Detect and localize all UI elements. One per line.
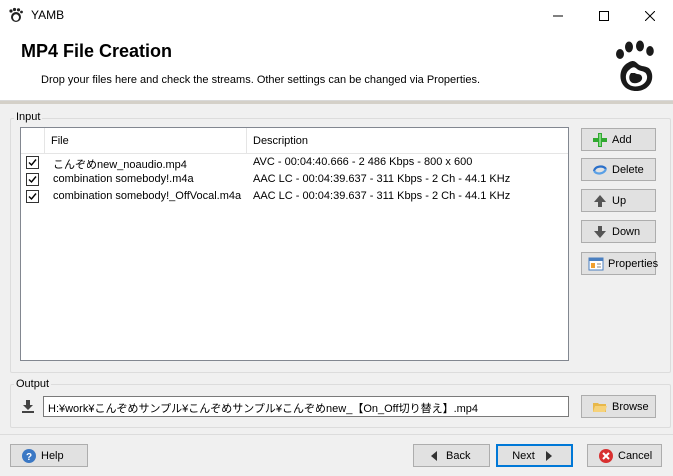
stream-description: AAC LC - 00:04:39.637 - 311 Kbps - 2 Ch … — [253, 190, 511, 202]
minimize-button[interactable] — [535, 0, 581, 31]
minimize-icon — [553, 15, 563, 16]
stream-checkbox[interactable] — [26, 156, 39, 169]
file-name: combination somebody!.m4a — [53, 173, 194, 185]
triangle-left-icon — [426, 448, 442, 464]
column-check[interactable] — [21, 128, 45, 154]
checkmark-icon — [28, 193, 37, 201]
help-button-label: Help — [41, 449, 64, 462]
arrow-down-icon — [592, 224, 608, 240]
checkmark-icon — [28, 159, 37, 167]
delete-button[interactable]: Delete — [581, 158, 656, 181]
footer-divider — [0, 434, 673, 435]
down-button-label: Down — [612, 225, 641, 238]
svg-text:?: ? — [26, 452, 32, 463]
help-button[interactable]: ? Help — [10, 444, 88, 467]
column-file[interactable]: File — [45, 128, 247, 154]
stream-checkbox[interactable] — [26, 190, 39, 203]
list-item[interactable]: combination somebody!_OffVocal.m4a AAC L… — [21, 188, 568, 205]
triangle-right-icon — [541, 448, 557, 464]
header-divider — [0, 101, 673, 104]
add-button[interactable]: Add — [581, 128, 656, 151]
browse-button[interactable]: Browse — [581, 395, 656, 418]
close-button[interactable] — [627, 0, 673, 31]
file-name: こんぞめnew_noaudio.mp4 — [53, 159, 187, 171]
properties-icon — [588, 256, 604, 272]
wizard-header: MP4 File Creation Drop your files here a… — [0, 31, 673, 101]
output-path-input[interactable]: H:¥work¥こんぞめサンプル¥こんぞめサンプル¥こんぞめnew_【On_Of… — [43, 396, 569, 417]
title-bar: YAMB — [0, 0, 673, 31]
list-header: File Description — [21, 128, 568, 154]
download-arrow-icon — [20, 398, 36, 414]
up-button-label: Up — [612, 194, 627, 207]
properties-button[interactable]: Properties — [581, 252, 659, 275]
column-description[interactable]: Description — [247, 128, 568, 154]
back-button-label: Back — [446, 449, 471, 462]
file-name: combination somebody!_OffVocal.m4a — [53, 190, 242, 202]
down-button[interactable]: Down — [581, 220, 656, 243]
properties-button-label: Properties — [608, 257, 659, 270]
stream-description: AAC LC - 00:04:39.637 - 311 Kbps - 2 Ch … — [253, 173, 511, 185]
add-plus-icon — [592, 132, 608, 148]
input-group-label: Input — [14, 111, 43, 123]
output-group-label: Output — [14, 378, 52, 390]
folder-open-icon — [592, 399, 608, 415]
checkmark-icon — [28, 176, 37, 184]
delete-swirl-icon — [592, 162, 608, 178]
window-title: YAMB — [31, 8, 65, 22]
help-question-icon: ? — [21, 448, 37, 464]
yamb-app-icon — [8, 7, 24, 23]
delete-button-label: Delete — [612, 163, 644, 176]
stream-description: AVC - 00:04:40.666 - 2 486 Kbps - 800 x … — [253, 156, 473, 168]
page-subtitle: Drop your files here and check the strea… — [41, 74, 481, 86]
streams-list[interactable]: File Description こんぞめnew_noaudio.mp4 AVC… — [20, 127, 569, 361]
cancel-x-icon — [598, 448, 614, 464]
maximize-button[interactable] — [581, 0, 627, 31]
gnome-foot-logo-icon — [612, 40, 660, 94]
up-button[interactable]: Up — [581, 189, 656, 212]
page-title: MP4 File Creation — [21, 41, 173, 61]
cancel-button[interactable]: Cancel — [587, 444, 662, 467]
maximize-icon — [599, 10, 609, 21]
stream-checkbox[interactable] — [26, 173, 39, 186]
arrow-up-icon — [592, 193, 608, 209]
browse-button-label: Browse — [612, 400, 649, 413]
list-item[interactable]: こんぞめnew_noaudio.mp4 AVC - 00:04:40.666 -… — [21, 154, 568, 171]
add-button-label: Add — [612, 133, 632, 146]
cancel-button-label: Cancel — [618, 449, 653, 462]
list-item[interactable]: combination somebody!.m4a AAC LC - 00:04… — [21, 171, 568, 188]
back-button[interactable]: Back — [413, 444, 490, 467]
next-button[interactable]: Next — [496, 444, 573, 467]
next-button-label: Next — [512, 449, 535, 462]
close-icon — [645, 10, 655, 21]
